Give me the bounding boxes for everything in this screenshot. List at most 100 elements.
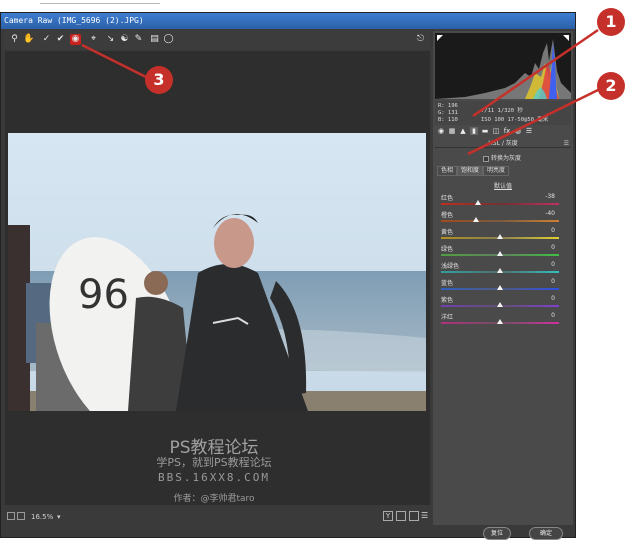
- image-info: R: 196 G: 131 B: 110 f/11 1/320 秒 ISO 10…: [435, 101, 571, 125]
- dialog-buttons: 复位 确定: [433, 527, 573, 540]
- slider-value[interactable]: 0: [551, 227, 555, 234]
- slider-value[interactable]: 0: [551, 278, 555, 285]
- default-link[interactable]: 默认值: [433, 181, 573, 190]
- lens-info: ISO 100 17-50@50 毫米: [481, 117, 549, 123]
- slider-thumb[interactable]: [497, 251, 503, 256]
- tab-hue[interactable]: 色相: [437, 166, 457, 176]
- slider-2[interactable]: 黄色 0: [441, 227, 569, 243]
- rgb-r: R: 196: [438, 103, 458, 109]
- slider-value[interactable]: -38: [545, 193, 555, 200]
- detail-icon[interactable]: ▲: [459, 127, 467, 135]
- zoom-level[interactable]: 16.5%: [31, 513, 53, 521]
- slider-label: 蓝色: [441, 280, 454, 287]
- slider-label: 紫色: [441, 297, 454, 304]
- slider-thumb[interactable]: [473, 217, 480, 222]
- shadow-clip-icon: [437, 35, 443, 41]
- svg-text:96: 96: [78, 272, 129, 318]
- slider-value[interactable]: 0: [551, 244, 555, 251]
- color-sampler-icon[interactable]: ✔: [55, 34, 66, 45]
- cropped-text-remnant: [40, 0, 160, 4]
- slider-0[interactable]: 红色 -38: [441, 193, 569, 209]
- panel-menu-icon[interactable]: ☰: [564, 140, 569, 147]
- slider-thumb[interactable]: [497, 319, 503, 324]
- photo-surfer: 96: [8, 133, 426, 411]
- brush-icon[interactable]: ✎: [133, 34, 144, 45]
- slider-label: 红色: [441, 195, 454, 202]
- checkbox-box[interactable]: [483, 155, 489, 162]
- effects-icon[interactable]: fx: [503, 127, 511, 135]
- preview-status-bar: 16.5% ▾ Y ☰: [5, 509, 430, 525]
- tab-luminance[interactable]: 明亮度: [483, 166, 509, 176]
- slider-track[interactable]: [441, 203, 559, 205]
- slider-6[interactable]: 紫色 0: [441, 295, 569, 311]
- highlight-clip-icon: [563, 35, 569, 41]
- ok-button[interactable]: 确定: [529, 527, 563, 540]
- slider-label: 绿色: [441, 246, 454, 253]
- slider-label: 黄色: [441, 229, 454, 236]
- adjustment-panel: R: 196 G: 131 B: 110 f/11 1/320 秒 ISO 10…: [433, 31, 573, 525]
- annotation-badge-2: 2: [597, 72, 625, 100]
- lens-corrections-icon[interactable]: ◫: [492, 127, 500, 135]
- panel-tab-icons: ◉ ▦ ▲ ▮ ▬ ◫ fx ◍ ☰: [435, 127, 571, 137]
- grayscale-label: 转换为灰度: [491, 155, 522, 162]
- slider-5[interactable]: 蓝色 0: [441, 278, 569, 294]
- histogram-graph: [435, 35, 571, 99]
- exposure-info: f/11 1/320 秒: [481, 108, 523, 114]
- presets-icon[interactable]: ☰: [525, 127, 533, 135]
- slider-thumb[interactable]: [497, 268, 503, 273]
- slider-7[interactable]: 洋红 0: [441, 312, 569, 328]
- slider-track[interactable]: [441, 220, 559, 222]
- tab-saturation[interactable]: 饱和度: [457, 166, 483, 176]
- zoom-out-icon[interactable]: [7, 512, 15, 520]
- before-after-toggle-icon[interactable]: Y: [383, 511, 393, 521]
- annotation-badge-1: 1: [597, 8, 625, 36]
- spot-removal-icon[interactable]: ☯: [119, 34, 130, 45]
- slider-thumb[interactable]: [497, 234, 503, 239]
- rgb-g: G: 131: [438, 110, 458, 116]
- basic-panel-icon[interactable]: ◉: [437, 127, 445, 135]
- copy-settings-icon[interactable]: [409, 511, 419, 521]
- preview-photo: 96: [8, 133, 426, 411]
- zoom-in-icon[interactable]: [17, 512, 25, 520]
- slider-value[interactable]: 0: [551, 312, 555, 319]
- rgb-b: B: 110: [438, 117, 458, 123]
- gradient-icon[interactable]: ▤: [149, 34, 160, 45]
- hsl-section-header: HSL / 灰度: [435, 139, 571, 148]
- screenshot-top-strip: [0, 0, 628, 12]
- toolbar: ⚲ ✋ ✓ ✔ ◉ ⌖ ↘ ☯ ✎ ▤ ◯ ⎋: [5, 31, 430, 49]
- slider-value[interactable]: 0: [551, 261, 555, 268]
- radial-icon[interactable]: ◯: [163, 34, 174, 45]
- watermark-author: 作者：@李帅君taro: [173, 494, 255, 504]
- convert-grayscale-checkbox[interactable]: 转换为灰度: [483, 153, 521, 162]
- tone-curve-icon[interactable]: ▦: [448, 127, 456, 135]
- zoom-icon[interactable]: ⚲: [9, 34, 20, 45]
- camera-calibration-icon[interactable]: ◍: [514, 127, 522, 135]
- split-toning-icon[interactable]: ▬: [481, 127, 489, 135]
- slider-thumb[interactable]: [497, 302, 503, 307]
- slider-label: 浅绿色: [441, 263, 460, 270]
- reset-button[interactable]: 复位: [483, 527, 511, 540]
- open-preferences-icon[interactable]: ⎋: [415, 34, 426, 45]
- histogram: [435, 33, 571, 99]
- slider-3[interactable]: 绿色 0: [441, 244, 569, 260]
- slider-4[interactable]: 浅绿色 0: [441, 261, 569, 277]
- white-balance-icon[interactable]: ✓: [41, 34, 52, 45]
- annotation-badge-3: 3: [145, 66, 173, 94]
- targeted-adjustment-icon[interactable]: ◉: [70, 34, 81, 45]
- slider-1[interactable]: 橙色 -40: [441, 210, 569, 226]
- watermark-subtitle: 学PS，就到PS教程论坛: [156, 456, 272, 469]
- crop-icon[interactable]: ⌖: [88, 34, 99, 45]
- slider-value[interactable]: 0: [551, 295, 555, 302]
- swap-settings-icon[interactable]: [396, 511, 406, 521]
- slider-label: 洋红: [441, 314, 454, 321]
- straighten-icon[interactable]: ↘: [105, 34, 116, 45]
- slider-thumb[interactable]: [474, 200, 481, 205]
- watermark-url: BBS.16XX8.COM: [157, 471, 271, 484]
- hand-icon[interactable]: ✋: [23, 34, 34, 45]
- zoom-dropdown-icon[interactable]: ▾: [57, 513, 61, 521]
- slider-thumb[interactable]: [497, 285, 503, 290]
- hsl-panel-icon[interactable]: ▮: [470, 127, 478, 135]
- window-title: Camera Raw (IMG_5696 (2).JPG): [1, 13, 575, 29]
- slider-value[interactable]: -40: [545, 210, 555, 217]
- toggle-preview-icon[interactable]: ☰: [421, 511, 431, 521]
